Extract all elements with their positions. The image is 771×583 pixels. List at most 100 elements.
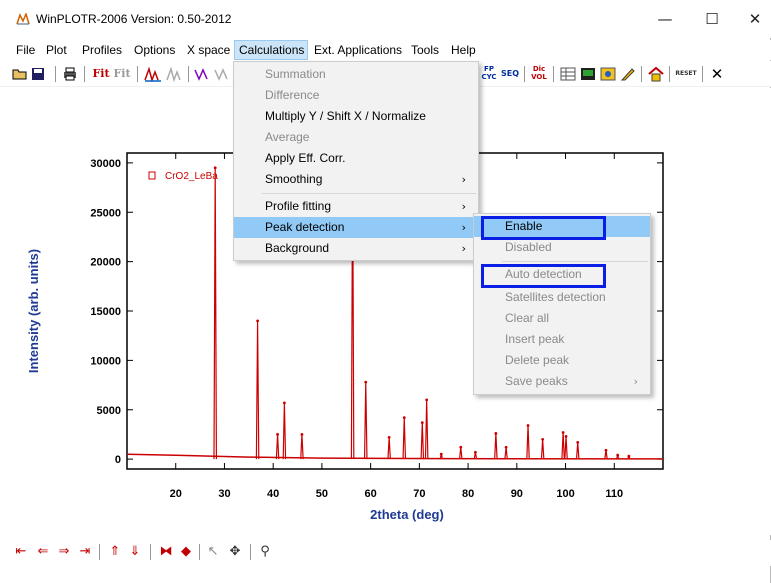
x-tick-label: 100 xyxy=(556,488,574,500)
menu-x-space[interactable]: X space xyxy=(183,40,234,60)
menu-item-profile-fitting[interactable]: Profile fitting › xyxy=(234,196,478,217)
peak-point xyxy=(439,452,443,456)
menu-profiles[interactable]: Profiles xyxy=(78,40,126,60)
fit-disabled-icon: Fit xyxy=(113,67,131,80)
menu-options[interactable]: Options xyxy=(130,40,179,60)
move-icon[interactable]: ✥ xyxy=(226,543,244,561)
menu-item-apply-eff-corr[interactable]: Apply Eff. Corr. xyxy=(234,148,478,169)
expand-icon[interactable]: ⧓ xyxy=(157,543,175,561)
peak-point xyxy=(494,432,498,435)
close-button[interactable]: ✕ xyxy=(740,8,770,30)
menu-item-clear-all: Clear all xyxy=(505,311,550,325)
menu-item-summation: Summation xyxy=(265,67,326,81)
x-tick-label: 50 xyxy=(316,488,328,500)
peak-point xyxy=(474,450,477,454)
minimize-button[interactable]: — xyxy=(650,8,680,30)
pointer-icon[interactable]: ↖ xyxy=(205,543,221,561)
y-axis-label: Intensity (arb. units) xyxy=(26,249,41,373)
menu-file[interactable]: File xyxy=(12,40,39,60)
reset-icon[interactable]: RESET xyxy=(674,65,698,83)
annotation-box-auto-detection xyxy=(481,264,606,288)
baseline-series xyxy=(126,453,664,460)
view-icon[interactable] xyxy=(600,65,616,83)
submenu-arrow-icon: › xyxy=(461,221,466,234)
peak-point xyxy=(561,431,565,434)
pencil-icon[interactable] xyxy=(620,65,636,83)
peaks-icon[interactable] xyxy=(144,65,162,83)
peak-mark xyxy=(282,402,287,460)
y-tick-label: 30000 xyxy=(90,158,121,170)
up-icon[interactable]: ⇑ xyxy=(107,543,123,561)
peaks-disabled-icon xyxy=(166,66,181,83)
peak-point xyxy=(364,380,368,384)
open-file-icon[interactable] xyxy=(12,65,28,83)
submenu-arrow-icon: › xyxy=(461,173,466,186)
menu-item-delete-peak: Delete peak xyxy=(505,353,570,367)
y-tick-label: 0 xyxy=(115,454,121,466)
peak-point xyxy=(627,454,631,458)
zoom-icon[interactable]: ⚲ xyxy=(256,543,274,561)
menu-item-average: Average xyxy=(265,130,310,144)
dicvol-icon[interactable]: Dic VOL xyxy=(530,65,548,83)
menu-item-background[interactable]: Background › xyxy=(234,238,478,259)
prev-icon[interactable]: ⇐ xyxy=(34,543,52,561)
peak-mark xyxy=(458,447,463,460)
print-icon[interactable] xyxy=(62,65,78,83)
home-icon[interactable] xyxy=(648,65,664,83)
peak-mark xyxy=(420,422,425,460)
menu-plot[interactable]: Plot xyxy=(42,40,71,60)
difference-icon[interactable] xyxy=(194,65,212,83)
down-icon[interactable]: ⇓ xyxy=(127,543,143,561)
peak-mark xyxy=(564,436,568,460)
peak-mark xyxy=(300,434,304,460)
annotation-box-enable xyxy=(481,216,606,240)
terminal-icon[interactable] xyxy=(580,65,596,83)
menu-tools[interactable]: Tools xyxy=(407,40,443,60)
peak-point xyxy=(420,421,424,424)
peak-mark xyxy=(424,399,429,460)
save-icon[interactable] xyxy=(31,65,45,83)
peak-point xyxy=(564,435,568,438)
peak-mark xyxy=(526,425,530,460)
table-icon[interactable] xyxy=(560,65,576,83)
y-tick-label: 15000 xyxy=(90,306,121,318)
close-plot-icon[interactable]: ✕ xyxy=(708,65,726,83)
y-tick-label: 10000 xyxy=(90,355,121,367)
peak-point xyxy=(213,166,217,170)
peak-point xyxy=(256,319,259,323)
menu-item-insert-peak: Insert peak xyxy=(505,332,565,346)
menu-help[interactable]: Help xyxy=(447,40,480,60)
peak-mark xyxy=(561,432,565,460)
menu-item-satellites-detection: Satellites detection xyxy=(505,290,606,304)
seq-icon[interactable]: SEQ xyxy=(500,65,520,83)
peak-mark xyxy=(275,434,280,460)
maximize-button[interactable]: ☐ xyxy=(697,8,727,30)
menu-item-multiply[interactable]: Multiply Y / Shift X / Normalize xyxy=(234,106,478,127)
first-icon[interactable]: ⇤ xyxy=(12,543,30,561)
peak-mark xyxy=(504,447,508,460)
x-axis-label: 2theta (deg) xyxy=(370,507,444,522)
menu-item-smoothing[interactable]: Smoothing › xyxy=(234,169,478,190)
menu-item-peak-detection[interactable]: Peak detection › xyxy=(234,217,478,238)
shrink-icon[interactable]: ◆ xyxy=(178,543,194,561)
legend-marker xyxy=(148,171,156,180)
peak-mark xyxy=(363,382,368,460)
app-logo-icon xyxy=(16,13,30,25)
fit-icon[interactable]: Fit xyxy=(92,65,110,83)
x-tick-label: 30 xyxy=(218,488,230,500)
x-tick-label: 60 xyxy=(365,488,377,500)
x-tick-label: 90 xyxy=(511,488,523,500)
next-icon[interactable]: ⇒ xyxy=(55,543,73,561)
peak-mark xyxy=(255,320,260,460)
peak-point xyxy=(459,445,463,449)
title-bar: WinPLOTR-2006 Version: 0.50-2012 — ☐ ✕ xyxy=(0,0,771,38)
peak-point xyxy=(576,440,580,444)
menu-item-save-peaks: Save peaks › xyxy=(474,371,650,392)
menu-ext-applications[interactable]: Ext. Applications xyxy=(310,40,406,60)
fp-cyc-icon[interactable]: FP CYC xyxy=(481,65,497,83)
menu-calculations[interactable]: Calculations xyxy=(234,40,308,60)
peak-point xyxy=(425,398,429,402)
peak-mark xyxy=(494,433,498,460)
last-icon[interactable]: ⇥ xyxy=(76,543,94,561)
peak-point xyxy=(402,416,406,420)
